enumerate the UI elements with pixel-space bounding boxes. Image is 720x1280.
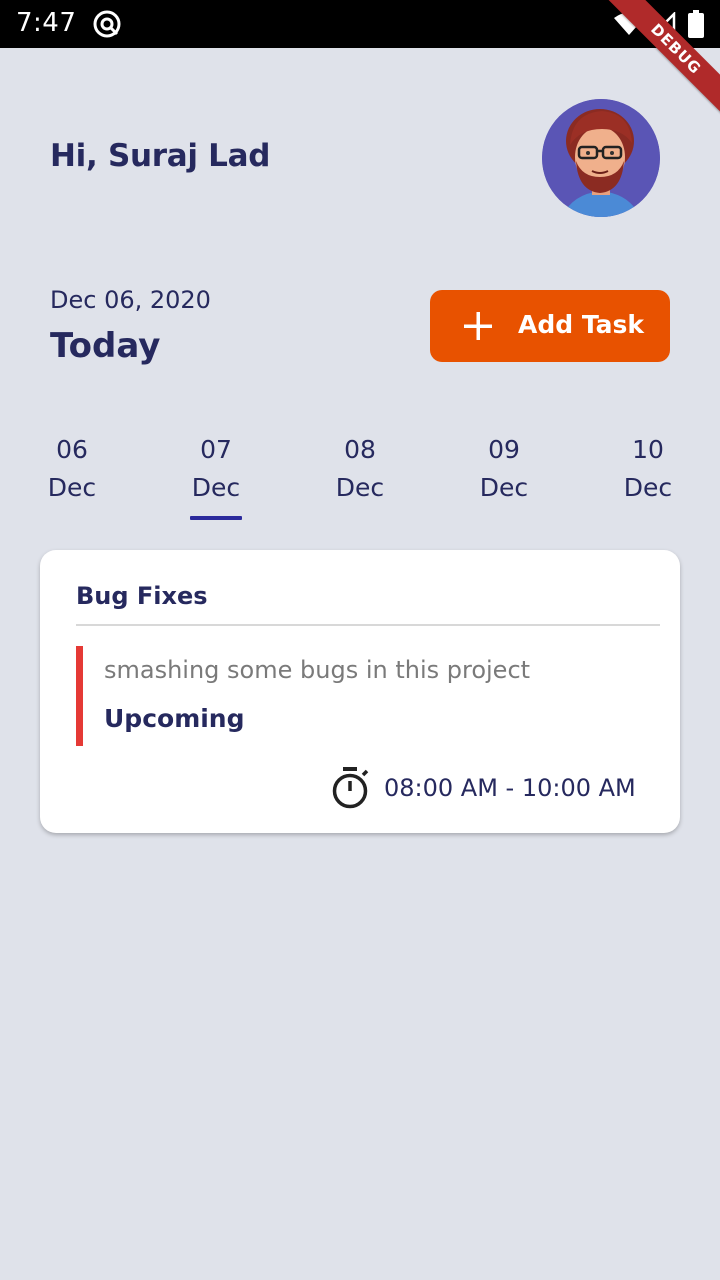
task-description: smashing some bugs in this project xyxy=(104,656,531,684)
task-card[interactable]: Bug Fixes smashing some bugs in this pro… xyxy=(40,550,680,833)
task-accent-bar xyxy=(76,646,83,746)
signal-icon xyxy=(652,12,676,36)
date-day: 06 xyxy=(56,435,88,464)
date-month: Dec xyxy=(191,473,241,502)
battery-icon xyxy=(688,10,704,38)
date-day: 08 xyxy=(344,435,376,464)
current-date: Dec 06, 2020 xyxy=(50,286,211,314)
avatar-illustration-icon xyxy=(542,99,660,217)
date-item-06[interactable]: 06 Dec xyxy=(27,432,117,508)
plus-icon xyxy=(464,312,492,340)
selected-date-underline xyxy=(190,516,242,520)
date-day: 09 xyxy=(488,435,520,464)
greeting-text: Hi, Suraj Lad xyxy=(50,138,271,174)
date-item-08[interactable]: 08 Dec xyxy=(315,432,405,508)
timer-icon xyxy=(332,767,369,809)
status-bar: 7:47 xyxy=(0,0,720,48)
task-divider xyxy=(76,624,660,626)
date-item-10[interactable]: 10 Dec xyxy=(603,432,693,508)
date-day: 10 xyxy=(632,435,664,464)
task-status: Upcoming xyxy=(104,704,245,733)
status-time: 7:47 xyxy=(16,8,77,38)
app-notification-icon xyxy=(93,10,121,38)
date-strip: 06 Dec 07 Dec 08 Dec 09 Dec 10 Dec xyxy=(0,432,720,532)
date-month: Dec xyxy=(623,473,673,502)
date-item-07[interactable]: 07 Dec xyxy=(171,432,261,508)
date-item-09[interactable]: 09 Dec xyxy=(459,432,549,508)
date-month: Dec xyxy=(479,473,529,502)
date-month: Dec xyxy=(47,473,97,502)
date-month: Dec xyxy=(335,473,385,502)
today-label: Today xyxy=(50,326,161,366)
avatar[interactable] xyxy=(542,99,660,217)
task-time: 08:00 AM - 10:00 AM xyxy=(384,774,636,802)
date-day: 07 xyxy=(200,435,232,464)
wifi-icon xyxy=(614,12,644,35)
add-task-label: Add Task xyxy=(518,310,645,339)
task-title: Bug Fixes xyxy=(76,582,208,610)
add-task-button[interactable]: Add Task xyxy=(430,290,670,362)
